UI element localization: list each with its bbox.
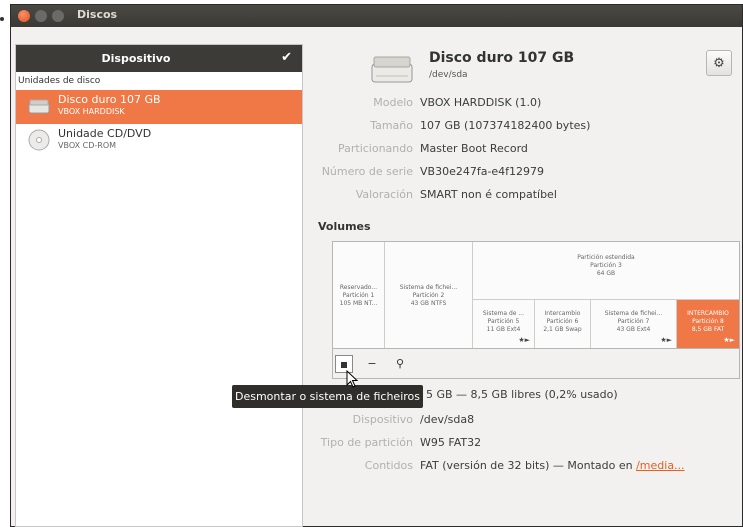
partition-block[interactable]: Sistema de fichei... Partición 7 43 GB E… bbox=[591, 300, 677, 348]
partition-block-selected[interactable]: INTERCAMBIO Partición 8 8,5 GB FAT ★► bbox=[677, 300, 739, 348]
partition-label: Partición estendida bbox=[577, 254, 635, 261]
stop-icon bbox=[341, 362, 347, 368]
optical-disc-icon bbox=[28, 129, 50, 151]
sidebar-item-label: Disco duro 107 GB bbox=[58, 93, 161, 106]
title-bar: Discos bbox=[11, 5, 742, 27]
partition-number: Partición 6 bbox=[546, 318, 579, 325]
prop-value-size: 107 GB (107374182400 bytes) bbox=[420, 119, 591, 132]
prop-label-size: Tamaño bbox=[370, 119, 413, 132]
mouse-cursor-icon bbox=[346, 370, 358, 388]
list-bullet bbox=[0, 17, 4, 21]
partition-block[interactable]: Reservado... Partición 1 105 MB NT... bbox=[333, 242, 385, 348]
prop-value-serial: VB30e247fa-e4f12979 bbox=[420, 165, 545, 178]
prop-label-contents: Contidos bbox=[364, 459, 413, 472]
partition-size: 2,1 GB Swap bbox=[543, 326, 582, 333]
prop-value-device: /dev/sda8 bbox=[420, 413, 475, 426]
close-button[interactable] bbox=[18, 10, 30, 22]
partition-label: Sistema de fichei... bbox=[399, 284, 458, 291]
partition-number: Partición 5 bbox=[487, 318, 520, 325]
partition-block[interactable]: Intercambio Partición 6 2,1 GB Swap bbox=[535, 300, 591, 348]
device-sidebar: Dispositivo ✔ Unidades de disco Disco du… bbox=[15, 44, 303, 527]
prop-value-partitioning: Master Boot Record bbox=[420, 142, 528, 155]
window-title: Discos bbox=[77, 8, 118, 21]
disk-device-path: /dev/sda bbox=[429, 70, 468, 80]
extended-partition-block[interactable]: Partición estendida Partición 3 64 GB bbox=[473, 242, 739, 300]
minus-icon: − bbox=[367, 357, 377, 370]
partition-number: Partición 3 bbox=[590, 262, 622, 269]
partition-flags-icon: ★► bbox=[518, 336, 530, 344]
partition-size: 64 GB bbox=[596, 270, 616, 277]
volume-size-value: 5 GB — 8,5 GB libres (0,2% usado) bbox=[426, 388, 618, 401]
partition-number: Partición 7 bbox=[617, 318, 650, 325]
partition-block[interactable]: Sistema de ... Partición 5 11 GB Ext4 ★► bbox=[473, 300, 535, 348]
partition-number: Partición 1 bbox=[342, 292, 375, 299]
sidebar-item-label: Unidade CD/DVD bbox=[58, 127, 152, 140]
sidebar-item-sublabel: VBOX HARDDISK bbox=[58, 107, 125, 116]
prop-value-assessment: SMART non é compatíbel bbox=[420, 188, 557, 201]
disk-settings-button[interactable]: ⚙ bbox=[706, 50, 732, 76]
partition-label: Intercambio bbox=[544, 310, 581, 317]
encryption-options-button[interactable]: ⚲ bbox=[391, 355, 409, 373]
sidebar-header[interactable]: Dispositivo ✔ bbox=[16, 45, 302, 72]
key-icon: ⚲ bbox=[395, 357, 405, 370]
volume-toolbar: − ⚲ bbox=[332, 349, 740, 379]
prop-label-serial: Número de serie bbox=[321, 165, 413, 178]
section-label: Unidades de disco bbox=[18, 76, 101, 86]
prop-value-contents: FAT (versión de 32 bits) — Montado en /m… bbox=[420, 459, 685, 472]
hard-disk-icon bbox=[371, 56, 413, 83]
prop-label-device: Dispositivo bbox=[352, 413, 413, 426]
hard-disk-icon bbox=[28, 99, 50, 114]
partition-flags-icon: ★► bbox=[660, 336, 672, 344]
partition-size: 105 MB NT... bbox=[339, 300, 378, 307]
mount-point-link[interactable]: /media... bbox=[636, 459, 684, 472]
prop-value-model: VBOX HARDDISK (1.0) bbox=[420, 96, 542, 109]
volume-map: Reservado... Partición 1 105 MB NT... Si… bbox=[332, 241, 740, 349]
partition-label: INTERCAMBIO bbox=[687, 310, 729, 317]
delete-partition-button[interactable]: − bbox=[363, 355, 381, 373]
contents-text: FAT (versión de 32 bits) — Montado en bbox=[420, 459, 637, 472]
prop-value-partition-type: W95 FAT32 bbox=[420, 436, 482, 449]
prop-label-partition-type: Tipo de partición bbox=[320, 436, 413, 449]
partition-size: 8,5 GB FAT bbox=[691, 326, 725, 333]
partition-label: Sistema de fichei... bbox=[604, 310, 663, 317]
partition-label: Sistema de ... bbox=[482, 310, 525, 317]
disk-title: Disco duro 107 GB bbox=[429, 50, 575, 66]
unmount-tooltip: Desmontar o sistema de ficheiros bbox=[232, 385, 423, 408]
checkmark-icon: ✔ bbox=[281, 50, 292, 65]
prop-label-partitioning: Particionando bbox=[337, 142, 413, 155]
partition-block[interactable]: Sistema de fichei... Partición 2 43 GB N… bbox=[385, 242, 473, 348]
maximize-button[interactable] bbox=[52, 10, 64, 22]
prop-label-model: Modelo bbox=[373, 96, 413, 109]
sidebar-item-sublabel: VBOX CD-ROM bbox=[58, 141, 117, 150]
volumes-heading: Volumes bbox=[318, 220, 371, 233]
partition-size: 11 GB Ext4 bbox=[486, 326, 521, 333]
partition-flags-icon: ★► bbox=[723, 336, 735, 344]
prop-label-assessment: Valoración bbox=[355, 188, 413, 201]
partition-number: Partición 8 bbox=[692, 318, 724, 325]
partition-size: 43 GB NTFS bbox=[410, 300, 447, 307]
partition-size: 43 GB Ext4 bbox=[616, 326, 651, 333]
gear-icon: ⚙ bbox=[713, 56, 725, 71]
partition-label: Reservado... bbox=[339, 284, 378, 291]
minimize-button[interactable] bbox=[35, 10, 47, 22]
sidebar-header-label: Dispositivo bbox=[101, 52, 171, 65]
partition-number: Partición 2 bbox=[412, 292, 445, 299]
